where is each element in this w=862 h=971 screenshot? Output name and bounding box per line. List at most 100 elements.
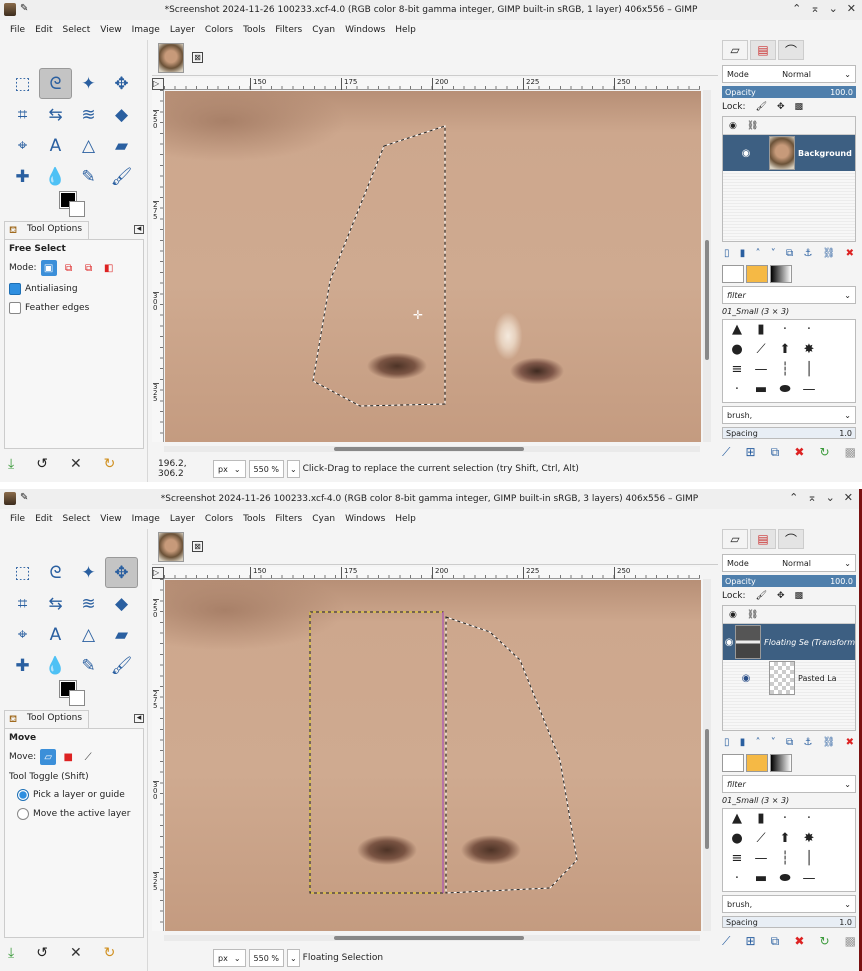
tab-gradients[interactable] [770, 754, 792, 772]
option-radio[interactable]: Pick a layer or guide [9, 789, 139, 801]
tool-smudge[interactable]: ✎ [72, 650, 105, 681]
duplicate-brush-icon[interactable]: ⧉ [771, 445, 780, 460]
tool-bucket-fill[interactable]: ◆ [105, 99, 138, 130]
anchor-layer-icon[interactable]: ⚓ [803, 248, 812, 259]
tool-heal[interactable]: ✚ [6, 650, 39, 681]
pin-icon[interactable]: ✎ [20, 492, 28, 505]
vertical-ruler[interactable]: 250 275 300 325 [152, 90, 164, 442]
layer-row[interactable]: ◉ Background [723, 135, 855, 171]
option-radio[interactable]: Move the active layer [9, 808, 139, 820]
brush-filter-select[interactable]: filter ⌄ [722, 286, 856, 304]
visibility-eye-icon[interactable]: ◉ [723, 673, 769, 684]
brush-tag-icon[interactable]: ▩ [845, 445, 856, 460]
tool-free-select[interactable]: ᘓ [39, 68, 72, 99]
keep-above-icon[interactable]: ⌅ [807, 491, 816, 504]
tab-channels[interactable]: ▤ [750, 40, 776, 60]
option-checkbox[interactable]: Antialiasing [9, 283, 139, 295]
brush-swatch[interactable]: ▲ [725, 811, 749, 831]
fg-bg-colors[interactable] [59, 191, 90, 218]
menu-tools[interactable]: Tools [243, 25, 265, 35]
mode-subtract-button[interactable]: ⧉ [81, 260, 97, 276]
lock-pixels-icon[interactable]: 🖌 [756, 102, 767, 112]
quick-mask-toggle-icon[interactable]: ▷ [152, 78, 164, 90]
tool-free-select[interactable]: ᘓ [39, 557, 72, 588]
option-checkbox[interactable]: Feather edges [9, 302, 139, 314]
tool-move[interactable]: ✥ [105, 68, 138, 99]
restore-options-icon[interactable]: ↺ [36, 945, 48, 961]
menu-select[interactable]: Select [63, 514, 91, 524]
menu-colors[interactable]: Colors [205, 514, 233, 524]
unit-select[interactable]: px ⌄ [213, 460, 246, 478]
brush-swatch[interactable]: ⬬ [773, 871, 797, 891]
anchor-layer-icon[interactable]: ⚓ [803, 737, 812, 748]
tool-paintbrush[interactable]: 🖌 [105, 161, 138, 192]
tool-text[interactable]: A [39, 130, 72, 161]
close-icon[interactable]: ✕ [847, 2, 856, 15]
brush-tag-icon[interactable]: ▩ [845, 934, 856, 949]
tool-unified-transform[interactable]: ⇆ [39, 99, 72, 130]
brush-preset-select[interactable]: brush, ⌄ [722, 895, 856, 913]
duplicate-layer-icon[interactable]: ⧉ [786, 737, 793, 748]
brush-swatch[interactable]: ⟋ [749, 831, 773, 851]
menu-file[interactable]: File [10, 514, 25, 524]
zoom-field[interactable]: 550 % [248, 460, 284, 478]
brush-swatch[interactable]: · [797, 811, 821, 831]
brush-swatch[interactable]: ⬬ [773, 382, 797, 402]
tool-bucket-fill[interactable]: ◆ [105, 588, 138, 619]
brush-swatch[interactable]: ≡ [725, 851, 749, 871]
image-tab-thumbnail[interactable] [158, 43, 184, 73]
brush-swatch[interactable]: · [797, 322, 821, 342]
tab-menu-icon[interactable]: ◂ [134, 225, 144, 234]
lock-alpha-icon[interactable]: ▩ [795, 591, 804, 601]
brush-swatch[interactable]: ▮ [749, 811, 773, 831]
brush-swatch[interactable]: ▲ [725, 322, 749, 342]
menu-view[interactable]: View [100, 25, 121, 35]
move-selection-button[interactable]: ■ [60, 749, 76, 765]
brush-swatch[interactable]: · [773, 811, 797, 831]
tool-move[interactable]: ✥ [105, 557, 138, 588]
brush-swatch[interactable]: — [749, 851, 773, 871]
brush-swatch[interactable]: ✸ [797, 831, 821, 851]
shade-icon[interactable]: ⌃ [792, 2, 801, 15]
brush-swatch[interactable]: ▬ [749, 382, 773, 402]
tab-menu-icon[interactable]: ◂ [134, 714, 144, 723]
tool-unified-transform[interactable]: ⇆ [39, 588, 72, 619]
brush-swatch[interactable]: ┆ [773, 851, 797, 871]
brush-swatch[interactable]: ⟋ [749, 342, 773, 362]
menu-cyan[interactable]: Cyan [312, 514, 335, 524]
new-brush-icon[interactable]: ⊞ [746, 934, 756, 949]
horizontal-scrollbar[interactable] [164, 935, 700, 941]
brush-swatch[interactable]: ⬆ [773, 831, 797, 851]
refresh-brushes-icon[interactable]: ↻ [819, 445, 829, 460]
brush-swatch[interactable]: ▮ [749, 322, 773, 342]
brush-swatch[interactable]: · [773, 322, 797, 342]
spacing-slider[interactable]: Spacing 1.0 [722, 916, 856, 928]
opacity-slider[interactable]: Opacity 100.0 [722, 86, 856, 98]
refresh-brushes-icon[interactable]: ↻ [819, 934, 829, 949]
background-color[interactable] [69, 690, 85, 706]
minimize-icon[interactable]: ⌄ [826, 491, 835, 504]
tab-channels[interactable]: ▤ [750, 529, 776, 549]
brush-swatch[interactable]: · [725, 382, 749, 402]
menu-image[interactable]: Image [132, 25, 160, 35]
spacing-slider[interactable]: Spacing 1.0 [722, 427, 856, 439]
menu-layer[interactable]: Layer [170, 25, 195, 35]
brush-swatch[interactable]: ✸ [797, 342, 821, 362]
tab-patterns[interactable] [746, 754, 768, 772]
tool-text[interactable]: A [39, 619, 72, 650]
brush-swatch[interactable]: · [725, 871, 749, 891]
menu-layer[interactable]: Layer [170, 514, 195, 524]
tab-patterns[interactable] [746, 265, 768, 283]
menu-help[interactable]: Help [395, 514, 416, 524]
opacity-slider[interactable]: Opacity 100.0 [722, 575, 856, 587]
menu-select[interactable]: Select [63, 25, 91, 35]
horizontal-ruler[interactable]: 150 175 200 225 250 [164, 78, 700, 90]
vertical-scrollbar[interactable] [703, 90, 711, 442]
brush-swatch[interactable]: ⬆ [773, 342, 797, 362]
tab-brushes[interactable] [722, 754, 744, 772]
radio-button[interactable] [17, 789, 29, 801]
tab-paths[interactable]: ⌒ [778, 40, 804, 60]
tool-rect-select[interactable]: ⬚ [6, 68, 39, 99]
tool-fuzzy-select[interactable]: ✦ [72, 557, 105, 588]
merge-layer-icon[interactable]: ⛓ [823, 248, 836, 259]
